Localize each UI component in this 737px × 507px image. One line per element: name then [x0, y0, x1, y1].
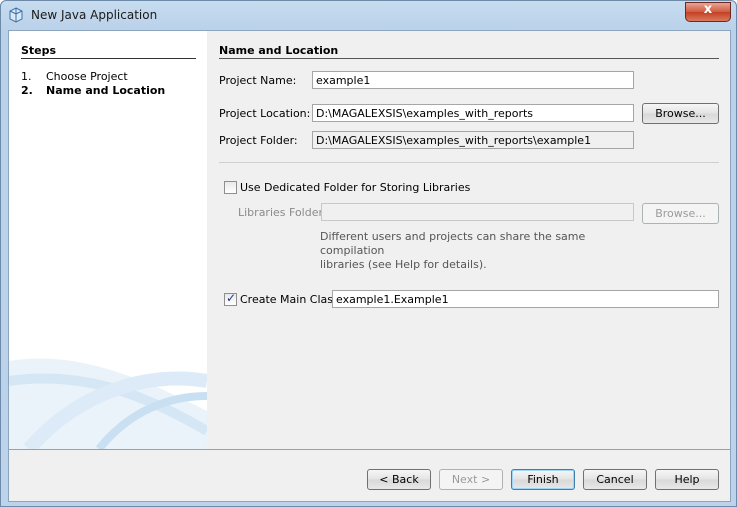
app-icon	[9, 7, 23, 23]
libraries-folder-label: Libraries Folder:	[238, 206, 327, 219]
project-location-browse-button[interactable]: Browse...	[642, 103, 719, 124]
project-folder-label: Project Folder:	[219, 134, 298, 147]
help-text-line: libraries (see Help for details).	[320, 258, 487, 271]
finish-button[interactable]: Finish	[511, 469, 575, 490]
cancel-button[interactable]: Cancel	[583, 469, 647, 490]
close-icon: x	[703, 2, 713, 17]
help-text-line: Different users and projects can share t…	[320, 230, 586, 257]
dialog-window: New Java Application x Steps 1. Choose P…	[0, 0, 737, 507]
steps-divider	[21, 58, 196, 59]
libraries-folder-input[interactable]	[321, 203, 634, 221]
dedicated-libraries-label[interactable]: Use Dedicated Folder for Storing Librari…	[240, 181, 470, 194]
project-location-input[interactable]: D:\MAGALEXSIS\examples_with_reports	[312, 104, 634, 122]
title-bar[interactable]: New Java Application x	[1, 1, 736, 31]
project-name-input[interactable]: example1	[312, 71, 634, 89]
close-button[interactable]: x	[685, 2, 731, 22]
help-button[interactable]: Help	[655, 469, 719, 490]
dedicated-libraries-checkbox[interactable]	[224, 181, 237, 194]
check-icon: ✓	[226, 291, 237, 305]
section-divider	[219, 58, 719, 59]
decorative-swoosh	[9, 358, 207, 449]
project-location-label: Project Location:	[219, 107, 311, 120]
project-folder-field: D:\MAGALEXSIS\examples_with_reports\exam…	[312, 131, 634, 149]
create-main-class-checkbox[interactable]: ✓	[224, 291, 237, 306]
libraries-browse-button[interactable]: Browse...	[642, 203, 719, 224]
separator	[219, 162, 719, 163]
content-panel: Name and Location Project Name: example1…	[207, 31, 730, 449]
dialog-body: Steps 1. Choose Project 2. Name and Loca…	[8, 30, 731, 502]
next-button[interactable]: Next >	[439, 469, 503, 490]
libraries-help-text: Different users and projects can share t…	[320, 230, 640, 272]
section-title: Name and Location	[219, 44, 339, 57]
steps-panel: Steps 1. Choose Project 2. Name and Loca…	[9, 31, 207, 449]
project-name-label: Project Name:	[219, 74, 297, 87]
button-bar: < Back Next > Finish Cancel Help	[9, 449, 730, 501]
step-number: 1.	[21, 70, 32, 83]
step-label: Choose Project	[46, 70, 128, 83]
steps-title: Steps	[21, 44, 57, 57]
step-number: 2.	[21, 84, 33, 97]
step-label: Name and Location	[46, 84, 166, 97]
main-class-input[interactable]: example1.Example1	[332, 290, 719, 308]
window-title: New Java Application	[31, 8, 158, 22]
create-main-class-label[interactable]: Create Main Class	[240, 293, 339, 306]
back-button[interactable]: < Back	[367, 469, 431, 490]
